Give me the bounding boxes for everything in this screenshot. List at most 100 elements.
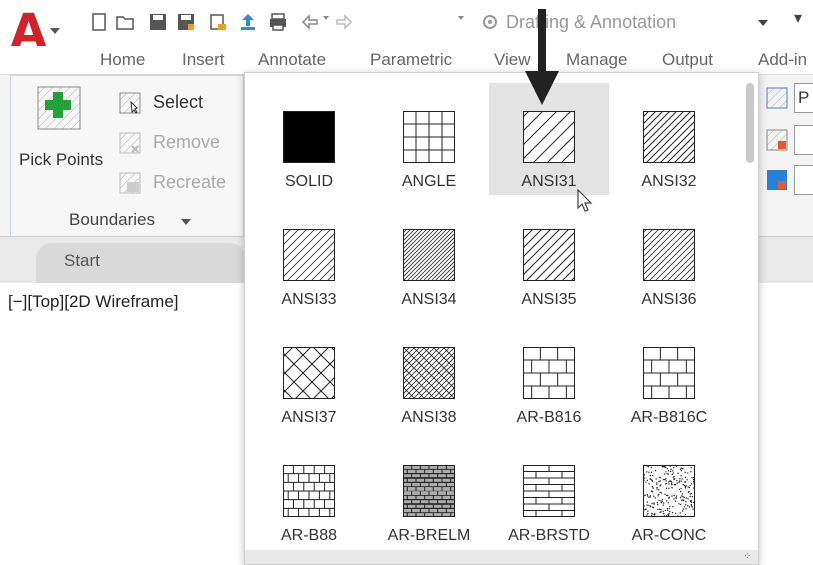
tab-insert[interactable]: Insert (182, 50, 225, 70)
pattern-ar-b88[interactable]: AR-B88 (249, 437, 369, 549)
select-button[interactable]: Select (119, 88, 249, 120)
pattern-label: AR-CONC (631, 527, 707, 544)
recreate-boundary-icon (119, 172, 141, 194)
hatch-type-icon (766, 87, 788, 109)
pick-points-label: Pick Points (19, 150, 104, 169)
pattern-label: AR-BRSTD (508, 527, 590, 544)
redo-dropdown-icon[interactable] (458, 16, 464, 20)
hatch-type-value: P (798, 88, 810, 107)
open-icon[interactable] (115, 12, 135, 32)
ar-brstd-swatch-icon (523, 465, 575, 517)
pattern-ansi35[interactable]: ANSI35 (489, 201, 609, 313)
resize-grip-icon[interactable]: ⁘ (743, 551, 752, 562)
hatch-color-field[interactable] (794, 125, 813, 155)
pick-points-button[interactable] (37, 86, 81, 130)
undo-icon[interactable] (300, 12, 320, 32)
ribbon-tabs: Home Insert Annotate Parametric View Man… (0, 46, 813, 74)
solid-swatch-icon (283, 111, 335, 163)
pattern-label: ANSI37 (281, 409, 337, 426)
pattern-ar-b816c[interactable]: AR-B816C (609, 319, 729, 431)
pattern-label: ANSI34 (401, 291, 457, 308)
select-objects-icon (119, 92, 141, 114)
pattern-ar-brstd[interactable]: AR-BRSTD (489, 437, 609, 549)
tab-annotate[interactable]: Annotate (258, 50, 326, 70)
ar-b816c-swatch-icon (643, 347, 695, 399)
ansi31-swatch-icon (523, 111, 575, 163)
hatch-properties-area: P (758, 75, 813, 235)
ansi36-swatch-icon (643, 229, 695, 281)
pattern-label: AR-B816C (630, 409, 708, 426)
pattern-label: ANGLE (401, 173, 457, 190)
pattern-angle[interactable]: ANGLE (369, 83, 489, 195)
tab-manage[interactable]: Manage (566, 50, 627, 70)
tab-output[interactable]: Output (662, 50, 713, 70)
cloud-icon[interactable] (208, 12, 228, 32)
ansi35-swatch-icon (523, 229, 575, 281)
remove-button[interactable]: Remove (119, 128, 249, 160)
workspace-selector[interactable]: Drafting & Annotation (478, 8, 768, 36)
ar-b816-swatch-icon (523, 347, 575, 399)
ar-conc-swatch-icon (643, 465, 695, 517)
ansi32-swatch-icon (643, 111, 695, 163)
remove-label: Remove (153, 132, 221, 152)
pattern-label: ANSI35 (521, 291, 577, 308)
hatch-pattern-gallery: SOLID ANGLE ANSI31 ANSI32 ANSI33 ANSI34 ANSI35… (244, 9, 759, 565)
pattern-ansi34[interactable]: ANSI34 (369, 201, 489, 313)
remove-boundary-icon (119, 132, 141, 154)
ar-b88-swatch-icon (283, 465, 335, 517)
start-tab-label: Start (64, 251, 100, 270)
gear-icon (483, 15, 497, 29)
ansi38-swatch-icon (403, 347, 455, 399)
redo-icon[interactable] (334, 12, 354, 32)
save-icon[interactable] (148, 12, 168, 32)
background-color-field[interactable] (794, 165, 813, 195)
pattern-label: AR-BRELM (387, 527, 471, 544)
pattern-label: ANSI38 (401, 409, 457, 426)
pattern-ansi38[interactable]: ANSI38 (369, 319, 489, 431)
tab-home[interactable]: Home (100, 50, 145, 70)
quick-access-toolbar: A Drafting & Annotation ▾ (0, 0, 813, 60)
chevron-down-icon (50, 28, 60, 34)
pattern-label: ANSI32 (641, 173, 697, 190)
boundaries-panel-title[interactable]: Boundaries (69, 210, 155, 230)
pattern-label: AR-B816 (516, 409, 582, 426)
hatch-type-field[interactable]: P (794, 83, 813, 113)
gallery-resize-bar: ⁘ (245, 550, 758, 564)
pick-points-icon (37, 86, 81, 130)
new-icon[interactable] (90, 12, 110, 32)
pattern-solid[interactable]: SOLID (249, 83, 369, 195)
scrollbar[interactable] (746, 83, 754, 163)
pattern-ansi37[interactable]: ANSI37 (249, 319, 369, 431)
customize-toolbar-icon[interactable]: ▾ (794, 8, 802, 28)
tab-parametric[interactable]: Parametric (370, 50, 452, 70)
ar-brelm-swatch-icon (403, 465, 455, 517)
select-label: Select (153, 92, 204, 112)
pattern-label: AR-B88 (280, 527, 338, 544)
background-color-icon (767, 170, 787, 190)
pattern-label: ANSI33 (281, 291, 337, 308)
pattern-ar-conc[interactable]: AR-CONC (609, 437, 729, 549)
ansi33-swatch-icon (283, 229, 335, 281)
pattern-ansi33[interactable]: ANSI33 (249, 201, 369, 313)
pattern-label: ANSI36 (641, 291, 697, 308)
angle-swatch-icon (403, 111, 455, 163)
save-as-icon[interactable] (176, 12, 196, 32)
ansi37-swatch-icon (283, 347, 335, 399)
viewport-controls[interactable]: [−][Top][2D Wireframe] (8, 292, 179, 312)
plot-icon[interactable] (268, 12, 288, 32)
pattern-ansi36[interactable]: ANSI36 (609, 201, 729, 313)
recreate-label: Recreate (153, 172, 227, 192)
tab-add-ins[interactable]: Add-in (758, 50, 807, 70)
pattern-label: SOLID (284, 173, 333, 190)
chevron-down-icon[interactable] (181, 219, 191, 225)
pattern-ar-brelm[interactable]: AR-BRELM (369, 437, 489, 549)
pattern-ansi32[interactable]: ANSI32 (609, 83, 729, 195)
pattern-ar-b816[interactable]: AR-B816 (489, 319, 609, 431)
hatch-color-icon (766, 129, 788, 151)
share-icon[interactable] (238, 12, 258, 32)
tab-start[interactable]: Start (36, 243, 246, 283)
arrow-down-icon (525, 9, 559, 105)
chevron-down-icon (758, 20, 768, 26)
recreate-button[interactable]: Recreate (119, 168, 249, 200)
undo-dropdown-icon[interactable] (323, 16, 329, 20)
